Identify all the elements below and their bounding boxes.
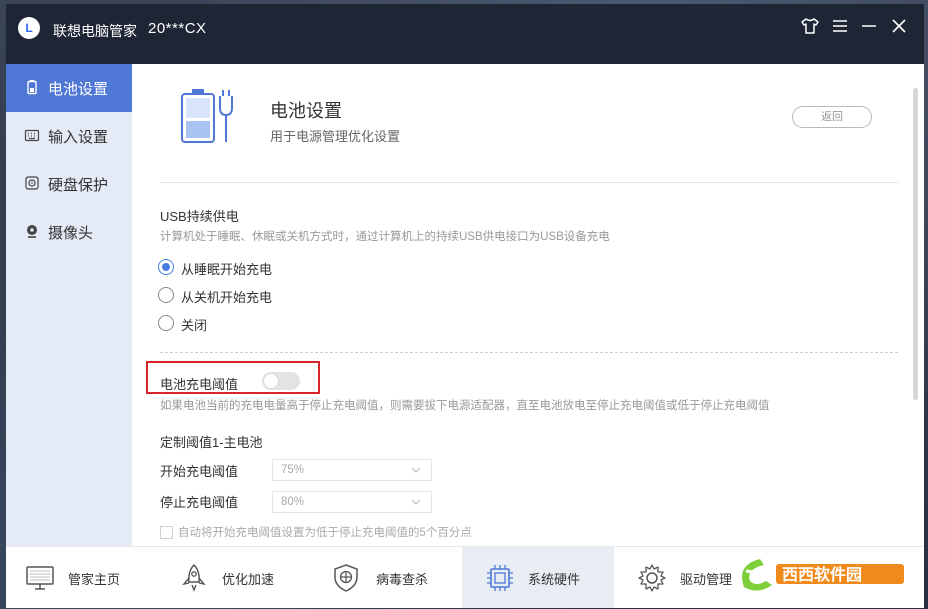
nav-hardware[interactable]: 系统硬件 [462, 547, 614, 608]
select-value: 80% [281, 496, 305, 508]
close-icon[interactable] [888, 15, 910, 37]
nav-optimize[interactable]: 优化加速 [158, 547, 310, 608]
scrollbar[interactable] [913, 88, 918, 400]
radio-shutdown-charge[interactable] [158, 287, 174, 303]
nav-label: 优化加速 [222, 572, 275, 587]
radio-label: 关闭 [181, 318, 208, 333]
back-button[interactable]: 返回 [792, 106, 872, 128]
usb-power-title: USB持续供电 [160, 209, 239, 224]
watermark-text: 西西软件园 [782, 565, 862, 584]
divider [160, 182, 898, 183]
sidebar-item-battery[interactable]: 电池设置 [6, 64, 132, 112]
shield-icon [334, 564, 358, 592]
usb-power-desc: 计算机处于睡眠、休眠或关机方式时，通过计算机上的持续USB供电接口为USB设备充… [160, 231, 610, 243]
stop-threshold-label: 停止充电阈值 [160, 495, 239, 510]
camera-icon [24, 223, 40, 239]
title-bar: L 联想电脑管家 20***CX [6, 4, 924, 64]
charge-threshold-desc: 如果电池当前的充电电量高于停止充电阈值，则需要拔下电源适配器，直至电池放电至停止… [160, 400, 770, 412]
app-name: 联想电脑管家 [53, 23, 137, 39]
auto-threshold-checkbox[interactable] [160, 526, 173, 539]
chip-icon [487, 565, 513, 591]
settings-panel: 电池设置 用于电源管理优化设置 返回 USB持续供电 计算机处于睡眠、休眠或关机… [132, 64, 924, 546]
nav-antivirus[interactable]: 病毒查杀 [310, 547, 462, 608]
watermark-logo: 西西软件园 CR173.COM [742, 559, 904, 596]
start-threshold-select[interactable]: 75% [272, 459, 432, 481]
nav-label: 病毒查杀 [376, 572, 429, 587]
nav-home[interactable]: 管家主页 [6, 547, 158, 608]
minimize-icon[interactable] [858, 15, 880, 37]
disk-icon [24, 175, 40, 191]
page-title: 电池设置 [270, 101, 342, 121]
battery-icon [24, 79, 40, 95]
sidebar-item-label: 电池设置 [48, 81, 109, 98]
start-threshold-label: 开始充电阈值 [160, 464, 239, 479]
divider-dashed [160, 352, 898, 353]
nav-label: 系统硬件 [528, 572, 581, 587]
app-window: L 联想电脑管家 20***CX 电池设置 输入设置 硬盘保护 摄像头 电池设置… [6, 4, 924, 608]
charge-threshold-title: 电池充电阈值 [160, 377, 239, 392]
sidebar-item-disk[interactable]: 硬盘保护 [6, 160, 132, 208]
sidebar-item-camera[interactable]: 摄像头 [6, 208, 132, 256]
sidebar-item-input[interactable]: 输入设置 [6, 112, 132, 160]
watermark-site: CR173.COM [812, 587, 860, 596]
sidebar-item-label: 硬盘保护 [48, 177, 109, 194]
app-logo: L [18, 17, 40, 39]
nav-label: 管家主页 [68, 572, 121, 587]
monitor-icon [26, 566, 54, 590]
rocket-icon [182, 563, 206, 592]
chevron-down-icon [411, 467, 421, 473]
user-name: 20***CX [148, 20, 207, 37]
radio-label: 从关机开始充电 [181, 290, 273, 305]
charge-threshold-toggle[interactable] [262, 372, 300, 390]
sidebar: 电池设置 输入设置 硬盘保护 摄像头 [6, 64, 132, 546]
radio-sleep-charge[interactable] [158, 259, 174, 275]
custom-threshold-title: 定制阈值1-主电池 [160, 435, 263, 450]
menu-icon[interactable] [829, 15, 851, 37]
radio-off[interactable] [158, 315, 174, 331]
gear-icon [638, 564, 666, 592]
stop-threshold-select[interactable]: 80% [272, 491, 432, 513]
page-subtitle: 用于电源管理优化设置 [270, 129, 401, 144]
keyboard-icon [24, 127, 40, 143]
radio-label: 从睡眠开始充电 [181, 262, 273, 277]
skin-icon[interactable] [799, 15, 821, 37]
chevron-down-icon [411, 499, 421, 505]
battery-plug-icon [181, 89, 233, 143]
sidebar-item-label: 摄像头 [48, 225, 94, 242]
select-value: 75% [281, 464, 305, 476]
auto-threshold-label: 自动将开始充电阈值设置为低于停止充电阈值的5个百分点 [178, 527, 472, 539]
nav-label: 驱动管理 [680, 572, 733, 587]
sidebar-item-label: 输入设置 [48, 129, 109, 146]
